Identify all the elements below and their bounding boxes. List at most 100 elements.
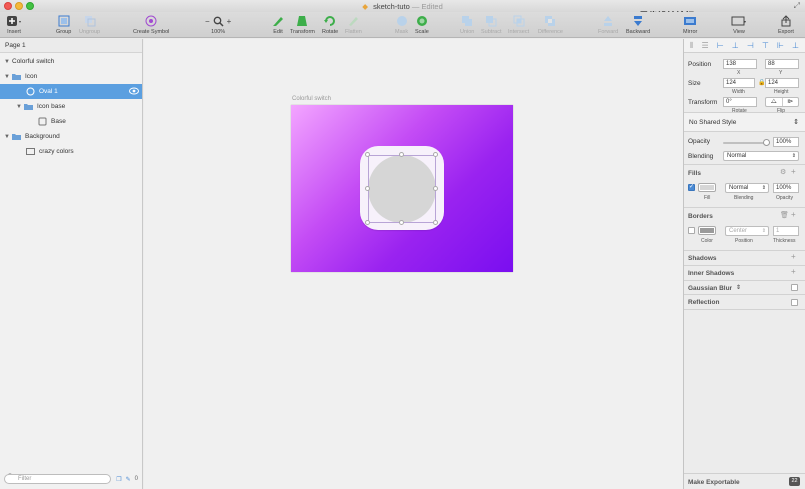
gear-icon[interactable]: ⚙	[780, 168, 786, 176]
reflection-checkbox[interactable]	[791, 299, 798, 306]
flip-vertical-icon[interactable]: ⧐	[783, 98, 799, 106]
difference-icon	[544, 14, 556, 28]
opacity-slider-knob[interactable]	[763, 139, 770, 146]
y-field[interactable]: 88	[765, 59, 799, 69]
resize-handle-bottom-left[interactable]	[365, 220, 370, 225]
layer-base[interactable]: Base	[0, 114, 142, 129]
disclosure-triangle-icon[interactable]: ▼	[16, 104, 24, 110]
resize-handle-right[interactable]	[433, 186, 438, 191]
ungroup-button[interactable]: Ungroup	[79, 14, 100, 35]
mask-button[interactable]: Mask	[395, 14, 408, 35]
resize-handle-bottom[interactable]	[399, 220, 404, 225]
align-right-icon[interactable]: ⊣	[747, 41, 754, 50]
align-bottom-icon[interactable]: ⊥	[792, 41, 799, 50]
layer-label: Oval 1	[39, 88, 58, 95]
reflection-header: Reflection	[688, 299, 720, 306]
layer-group-background[interactable]: ▼ Background	[0, 129, 142, 144]
align-center-icon[interactable]: ⊥	[732, 41, 739, 50]
artboard-colorful-switch[interactable]	[291, 105, 513, 272]
add-fill-icon[interactable]: +	[791, 167, 796, 176]
scale-button[interactable]: Scale	[415, 14, 429, 35]
resize-handle-bottom-right[interactable]	[433, 220, 438, 225]
border-color-swatch[interactable]	[698, 226, 716, 235]
disclosure-triangle-icon[interactable]: ▼	[4, 134, 12, 140]
height-field[interactable]: 124	[765, 78, 799, 88]
eye-visibility-icon[interactable]	[129, 87, 139, 97]
trash-icon[interactable]: 🗑	[780, 211, 789, 219]
resize-handle-left[interactable]	[365, 186, 370, 191]
shared-style-select[interactable]: No Shared Style	[689, 119, 736, 126]
add-inner-shadow-icon[interactable]: +	[791, 267, 796, 276]
document-name: sketch-tuto	[373, 1, 410, 11]
intersect-button[interactable]: Intersect	[508, 14, 529, 35]
transform-button[interactable]: Transform	[290, 14, 315, 35]
border-thickness-field[interactable]: 1	[773, 226, 799, 236]
layer-group-icon-base[interactable]: ▼ Icon base	[0, 99, 142, 114]
border-enabled-checkbox[interactable]	[688, 227, 695, 234]
icon-base-shape[interactable]	[360, 146, 444, 230]
resize-handle-top-right[interactable]	[433, 152, 438, 157]
mirror-button[interactable]: Mirror	[683, 14, 697, 35]
opacity-slider-track[interactable]	[723, 142, 767, 144]
align-middle-icon[interactable]: ⊩	[777, 41, 784, 50]
zoom-window-button[interactable]	[26, 2, 34, 10]
x-field[interactable]: 138	[723, 59, 757, 69]
create-symbol-button[interactable]: Create Symbol	[133, 14, 169, 35]
align-left-icon[interactable]: ⊢	[717, 41, 724, 50]
opacity-field[interactable]: 100%	[773, 137, 799, 147]
width-field[interactable]: 124	[723, 78, 755, 88]
insert-button[interactable]: Insert	[6, 14, 22, 35]
union-button[interactable]: Union	[460, 14, 474, 35]
layer-artboard-colorful-switch[interactable]: ▼ Colorful switch	[0, 54, 142, 69]
export-button[interactable]: Export	[778, 14, 794, 35]
difference-button[interactable]: Difference	[538, 14, 563, 35]
blending-select[interactable]: Normal ⇕	[723, 151, 799, 161]
forward-button[interactable]: Forward	[598, 14, 618, 35]
fill-blending-select[interactable]: Normal ⇕	[725, 183, 769, 193]
subtract-button[interactable]: Subtract	[481, 14, 501, 35]
zoom-control[interactable]: − + 100%	[205, 14, 231, 35]
edit-button[interactable]: Edit	[272, 14, 284, 35]
gaussian-blur-select[interactable]: Gaussian Blur	[688, 285, 732, 292]
page-selector[interactable]: Page 1	[0, 39, 142, 53]
zoom-out-button[interactable]: −	[205, 17, 210, 26]
resize-handle-top-left[interactable]	[365, 152, 370, 157]
layer-filter-input[interactable]: Filter	[4, 474, 111, 484]
gaussian-blur-checkbox[interactable]	[791, 284, 798, 291]
fill-opacity-field[interactable]: 100%	[773, 183, 799, 193]
artboard-title[interactable]: Colorful switch	[292, 96, 331, 102]
group-button[interactable]: Group	[56, 14, 71, 35]
rotate-button[interactable]: Rotate	[322, 14, 338, 35]
distribute-vertical-icon[interactable]: ☰	[701, 41, 708, 50]
flatten-button[interactable]: Flatten	[345, 14, 362, 35]
backward-button[interactable]: Backward	[626, 14, 650, 35]
close-window-button[interactable]	[4, 2, 12, 10]
border-position-select[interactable]: Center ⇕	[725, 226, 769, 236]
make-exportable-bar[interactable]: Make Exportable 22	[684, 473, 805, 489]
add-border-icon[interactable]: +	[791, 210, 796, 219]
chevron-updown-icon[interactable]: ⇕	[736, 284, 741, 291]
minimize-window-button[interactable]	[15, 2, 23, 10]
copy-icon[interactable]: ❐	[116, 476, 121, 483]
rotate-field[interactable]: 0°	[723, 97, 757, 107]
resize-handle-top[interactable]	[399, 152, 404, 157]
align-top-icon[interactable]: ⊤	[762, 41, 769, 50]
flip-horizontal-icon[interactable]: ⧍	[766, 98, 783, 106]
flatten-icon	[347, 14, 359, 28]
fill-enabled-checkbox[interactable]	[688, 183, 695, 191]
add-shadow-icon[interactable]: +	[791, 252, 796, 261]
fill-color-swatch[interactable]	[698, 183, 716, 192]
distribute-horizontal-icon[interactable]: ⫴	[690, 41, 693, 51]
pencil-icon[interactable]: ✎	[126, 476, 131, 483]
disclosure-triangle-icon[interactable]: ▼	[4, 59, 12, 65]
union-icon	[461, 14, 473, 28]
shadows-header: Shadows	[688, 255, 717, 262]
layer-group-icon[interactable]: ▼ Icon	[0, 69, 142, 84]
canvas[interactable]: Colorful switch	[144, 39, 683, 489]
chevron-updown-icon[interactable]: ⇕	[793, 118, 799, 126]
layer-oval-1[interactable]: Oval 1	[0, 84, 142, 99]
layer-crazy-colors[interactable]: crazy colors	[0, 144, 142, 159]
view-button[interactable]: View	[731, 14, 747, 35]
disclosure-triangle-icon[interactable]: ▼	[4, 74, 12, 80]
zoom-in-button[interactable]: +	[227, 17, 232, 26]
